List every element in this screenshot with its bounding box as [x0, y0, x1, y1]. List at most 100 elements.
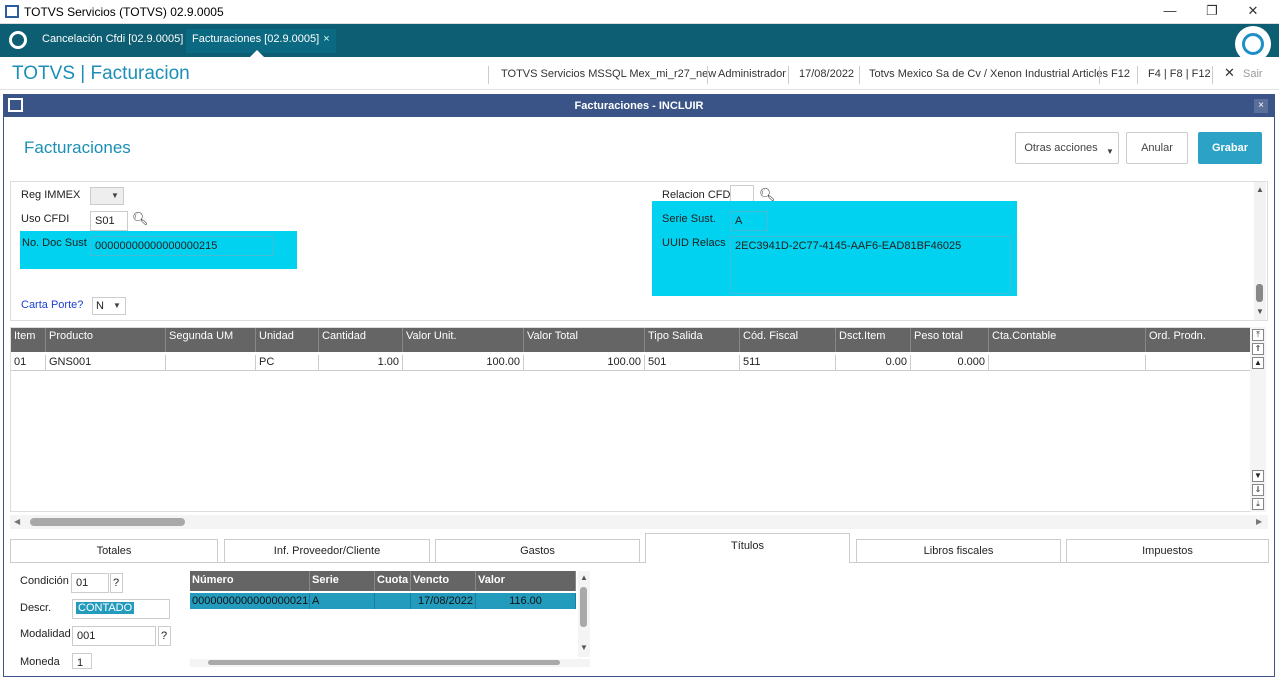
titulos-horizontal-scrollbar[interactable] — [190, 659, 590, 667]
modalidad-help-button[interactable]: ? — [158, 626, 171, 646]
app-header: TOTVS | Facturacion TOTVS Servicios MSSQ… — [0, 60, 1279, 90]
relacion-cfd-label: Relacion CFD — [662, 189, 731, 201]
col-header-valor-total[interactable]: Valor Total — [524, 328, 645, 352]
col-header-unidad[interactable]: Unidad — [256, 328, 319, 352]
scroll-thumb[interactable] — [1256, 284, 1263, 302]
exit-icon[interactable]: ✕ — [1224, 65, 1235, 81]
chevron-down-icon[interactable]: ▼ — [111, 191, 119, 200]
tab-gastos[interactable]: Gastos — [435, 539, 640, 563]
col-header-vencto[interactable]: Vencto — [411, 571, 476, 591]
col-header-peso-total[interactable]: Peso total — [911, 328, 989, 352]
col-header-serie[interactable]: Serie — [310, 571, 375, 591]
f12-shortcut[interactable]: F12 — [1111, 68, 1130, 80]
cell-cod-fiscal[interactable]: 511 — [740, 355, 836, 371]
condicion-input[interactable]: 01 — [71, 573, 109, 593]
condicion-help-button[interactable]: ? — [110, 573, 123, 593]
cell-item[interactable]: 01 — [11, 355, 46, 371]
cell-vencto[interactable]: 17/08/2022 — [411, 593, 476, 609]
form-scrollbar[interactable]: ▲ ▼ — [1254, 182, 1266, 320]
no-doc-sust-label: No. Doc Sust — [22, 237, 87, 249]
divider — [488, 66, 489, 84]
serie-sust-label: Serie Sust. — [662, 213, 716, 225]
col-header-cuota[interactable]: Cuota — [375, 571, 411, 591]
move-down-fast-icon[interactable]: ⇓ — [1252, 484, 1264, 496]
col-header-segunda-um[interactable]: Segunda UM — [166, 328, 256, 352]
cell-producto[interactable]: GNS001 — [46, 355, 166, 371]
cell-numero[interactable]: 00000000000000000216 — [190, 593, 310, 609]
descr-label: Descr. — [20, 602, 52, 614]
scroll-thumb[interactable] — [30, 518, 185, 526]
function-shortcuts[interactable]: F4 | F8 | F12 — [1148, 68, 1211, 80]
col-header-numero[interactable]: Número — [190, 571, 310, 591]
tab-totales[interactable]: Totales — [10, 539, 218, 563]
col-header-valor[interactable]: Valor — [476, 571, 576, 591]
moneda-input[interactable]: 1 — [72, 653, 92, 669]
scroll-right-icon[interactable]: ▶ — [1256, 517, 1262, 526]
home-icon[interactable] — [9, 31, 27, 49]
cell-cuota[interactable] — [375, 593, 411, 609]
tab-cancelacion-cfdi[interactable]: Cancelación Cfdi [02.9.0005]× — [36, 29, 200, 53]
tab-bar: Cancelación Cfdi [02.9.0005]× Facturacio… — [0, 24, 1279, 73]
window-close-button[interactable]: ✕ — [1243, 3, 1263, 19]
tab-titulos[interactable]: Títulos — [645, 533, 850, 563]
move-bottom-icon[interactable]: ⤓ — [1252, 498, 1264, 510]
scroll-left-icon[interactable]: ◀ — [14, 517, 20, 526]
col-header-item[interactable]: Item — [11, 328, 46, 352]
col-header-cantidad[interactable]: Cantidad — [319, 328, 403, 352]
cell-valor-unit[interactable]: 100.00 — [403, 355, 524, 371]
move-up-fast-icon[interactable]: ⇑ — [1252, 343, 1264, 355]
tab-libros-fiscales[interactable]: Libros fiscales — [856, 539, 1061, 563]
grid-scrollbar[interactable]: ⤒ ⇑ ▲ ▼ ⇓ ⤓ — [1250, 327, 1266, 512]
col-header-ord-prodn[interactable]: Ord. Prodn. — [1146, 328, 1255, 352]
cell-cta-contable[interactable] — [989, 355, 1146, 371]
scroll-thumb[interactable] — [208, 660, 560, 665]
modalidad-label: Modalidad — [20, 628, 71, 640]
no-doc-sust-input[interactable]: 00000000000000000215 — [90, 236, 274, 256]
cancel-button[interactable]: Anular — [1126, 132, 1188, 164]
totvs-logo-icon[interactable] — [1235, 26, 1271, 62]
col-header-producto[interactable]: Producto — [46, 328, 166, 352]
scroll-down-icon[interactable]: ▼ — [1254, 307, 1266, 316]
cell-unidad[interactable]: PC — [256, 355, 319, 371]
tab-label: Cancelación Cfdi [02.9.0005] — [42, 33, 184, 45]
modalidad-input[interactable]: 001 — [72, 626, 156, 646]
cell-valor-total[interactable]: 100.00 — [524, 355, 645, 371]
col-header-valor-unit[interactable]: Valor Unit. — [403, 328, 524, 352]
scroll-up-icon[interactable]: ▲ — [1252, 357, 1264, 369]
col-header-cod-fiscal[interactable]: Cód. Fiscal — [740, 328, 836, 352]
cell-serie[interactable]: A — [310, 593, 375, 609]
exit-link[interactable]: Sair — [1243, 68, 1263, 80]
scroll-thumb[interactable] — [580, 587, 587, 627]
search-icon[interactable]: 🔍︎ — [132, 211, 149, 227]
other-actions-button[interactable]: Otras acciones ▼ — [1015, 132, 1119, 164]
scroll-up-icon[interactable]: ▲ — [1254, 185, 1266, 194]
tab-impuestos[interactable]: Impuestos — [1066, 539, 1269, 563]
chevron-down-icon[interactable]: ▼ — [113, 301, 121, 310]
titulos-scrollbar[interactable]: ▲ ▼ — [578, 571, 590, 657]
minimize-button[interactable]: — — [1160, 3, 1180, 18]
col-header-cta-contable[interactable]: Cta.Contable — [989, 328, 1146, 352]
cell-ord-prodn[interactable] — [1146, 355, 1255, 371]
cell-dsct-item[interactable]: 0.00 — [836, 355, 911, 371]
descr-input[interactable]: CONTADO — [72, 599, 170, 619]
cell-tipo-salida[interactable]: 501 — [645, 355, 740, 371]
serie-sust-input[interactable]: A — [730, 211, 768, 231]
col-header-tipo-salida[interactable]: Tipo Salida — [645, 328, 740, 352]
scroll-up-icon[interactable]: ▲ — [578, 573, 590, 582]
tab-close-icon[interactable]: × — [323, 33, 329, 45]
dialog-close-button[interactable]: × — [1254, 99, 1268, 113]
cell-peso-total[interactable]: 0.000 — [911, 355, 989, 371]
cell-valor[interactable]: 116.00 — [476, 593, 576, 609]
col-header-dsct-item[interactable]: Dsct.Item — [836, 328, 911, 352]
restore-button[interactable]: ❐ — [1202, 3, 1222, 19]
scroll-down-icon[interactable]: ▼ — [1252, 470, 1264, 482]
scroll-down-icon[interactable]: ▼ — [578, 643, 590, 652]
uuid-relacs-textarea[interactable]: 2EC3941D-2C77-4145-AAF6-EAD81BF46025 — [730, 236, 1011, 294]
cell-segunda-um[interactable] — [166, 355, 256, 371]
grid-horizontal-scrollbar[interactable]: ◀ ▶ — [10, 515, 1268, 529]
tab-inf-proveedor-cliente[interactable]: Inf. Proveedor/Cliente — [224, 539, 430, 563]
move-top-icon[interactable]: ⤒ — [1252, 329, 1264, 341]
cell-cantidad[interactable]: 1.00 — [319, 355, 403, 371]
uso-cfdi-input[interactable]: S01 — [90, 211, 128, 231]
save-button[interactable]: Grabar — [1198, 132, 1262, 164]
